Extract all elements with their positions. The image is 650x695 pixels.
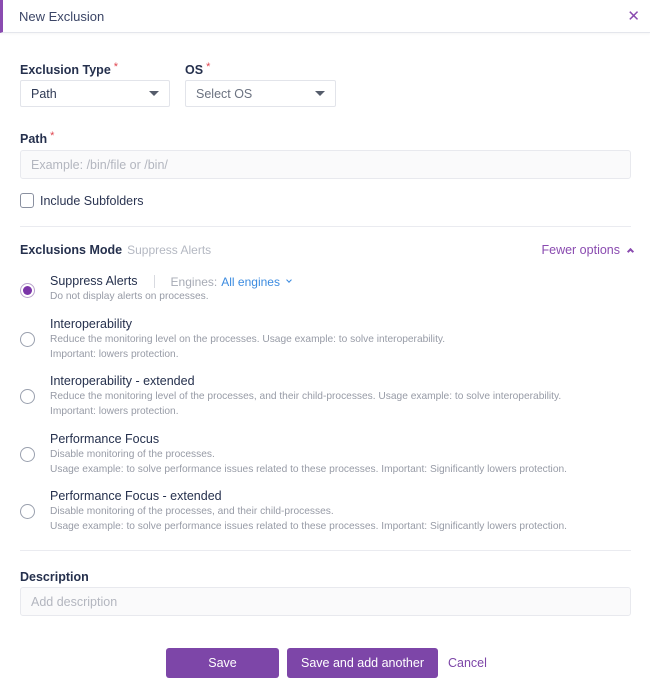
engines-dropdown[interactable]: All engines [221,274,292,289]
cancel-button[interactable]: Cancel [448,656,487,670]
description-input[interactable] [20,587,631,616]
close-icon[interactable]: ✕ [627,9,640,24]
option-title: Interoperability - extended [50,374,195,388]
mode-option-suppress-alerts[interactable]: Suppress Alerts Engines: All engines Do … [20,274,635,304]
chevron-down-icon [286,277,292,283]
exclusion-type-select[interactable]: Path [20,80,170,107]
radio-button[interactable] [20,332,35,347]
exclusion-type-label-text: Exclusion Type [20,63,111,77]
option-description: Disable monitoring of the processes, and… [50,506,334,517]
checkbox-box[interactable] [20,193,34,208]
fewer-options-toggle[interactable]: Fewer options [541,243,635,257]
engines-value: All engines [221,274,280,289]
section-divider [20,550,631,551]
exclusions-mode-current: Suppress Alerts [127,243,212,257]
exclusion-type-label: Exclusion Type * [20,61,118,79]
option-description: Important: lowers protection. [50,406,179,417]
option-description: Disable monitoring of the processes. [50,449,215,460]
mode-option-interoperability[interactable]: Interoperability Reduce the monitoring l… [20,317,635,362]
include-subfolders-checkbox[interactable]: Include Subfolders [20,193,144,208]
description-label-text: Description [20,570,89,584]
dialog-header: New Exclusion ✕ [0,0,650,33]
path-label: Path * [20,130,54,148]
caret-down-icon [315,91,325,96]
caret-down-icon [149,91,159,96]
option-description: Reduce the monitoring level on the proce… [50,334,446,345]
fewer-options-label: Fewer options [541,243,620,257]
option-description: Do not display alerts on processes. [50,291,209,302]
option-description: Important: lowers protection. [50,349,179,360]
option-description: Reduce the monitoring level of the proce… [50,391,562,402]
section-divider [20,226,631,227]
save-and-add-another-button[interactable]: Save and add another [287,648,438,678]
description-label: Description [20,568,89,586]
os-label-text: OS [185,63,204,77]
path-label-text: Path [20,132,48,146]
radio-button[interactable] [20,504,35,519]
exclusion-type-value: Path [31,86,57,101]
mode-option-performance-focus[interactable]: Performance Focus Disable monitoring of … [20,432,635,477]
option-description: Usage example: to solve performance issu… [50,521,567,532]
required-marker: * [206,61,211,73]
os-label: OS * [185,61,210,79]
os-select[interactable]: Select OS [185,80,336,107]
exclusions-mode-header: Exclusions Mode Suppress Alerts Fewer op… [20,243,635,257]
separator [153,275,155,288]
dialog-title: New Exclusion [19,8,105,24]
mode-option-performance-focus-extended[interactable]: Performance Focus - extended Disable mon… [20,489,635,534]
required-marker: * [50,130,55,142]
save-button[interactable]: Save [166,648,279,678]
include-subfolders-label: Include Subfolders [40,193,144,208]
radio-button[interactable] [20,389,35,404]
radio-button[interactable] [20,283,35,298]
option-title: Performance Focus [50,432,160,446]
engines-label: Engines: [170,274,218,289]
option-title: Performance Focus - extended [50,489,222,503]
path-input[interactable] [20,150,631,179]
os-placeholder: Select OS [196,86,253,101]
required-marker: * [113,61,119,73]
option-title: Suppress Alerts [50,274,138,288]
exclusions-mode-label: Exclusions Mode [20,243,123,257]
option-title: Interoperability [50,317,132,331]
chevron-up-icon [626,247,635,256]
option-description: Usage example: to solve performance issu… [50,464,567,475]
radio-button[interactable] [20,447,35,462]
mode-option-interoperability-extended[interactable]: Interoperability - extended Reduce the m… [20,374,635,419]
